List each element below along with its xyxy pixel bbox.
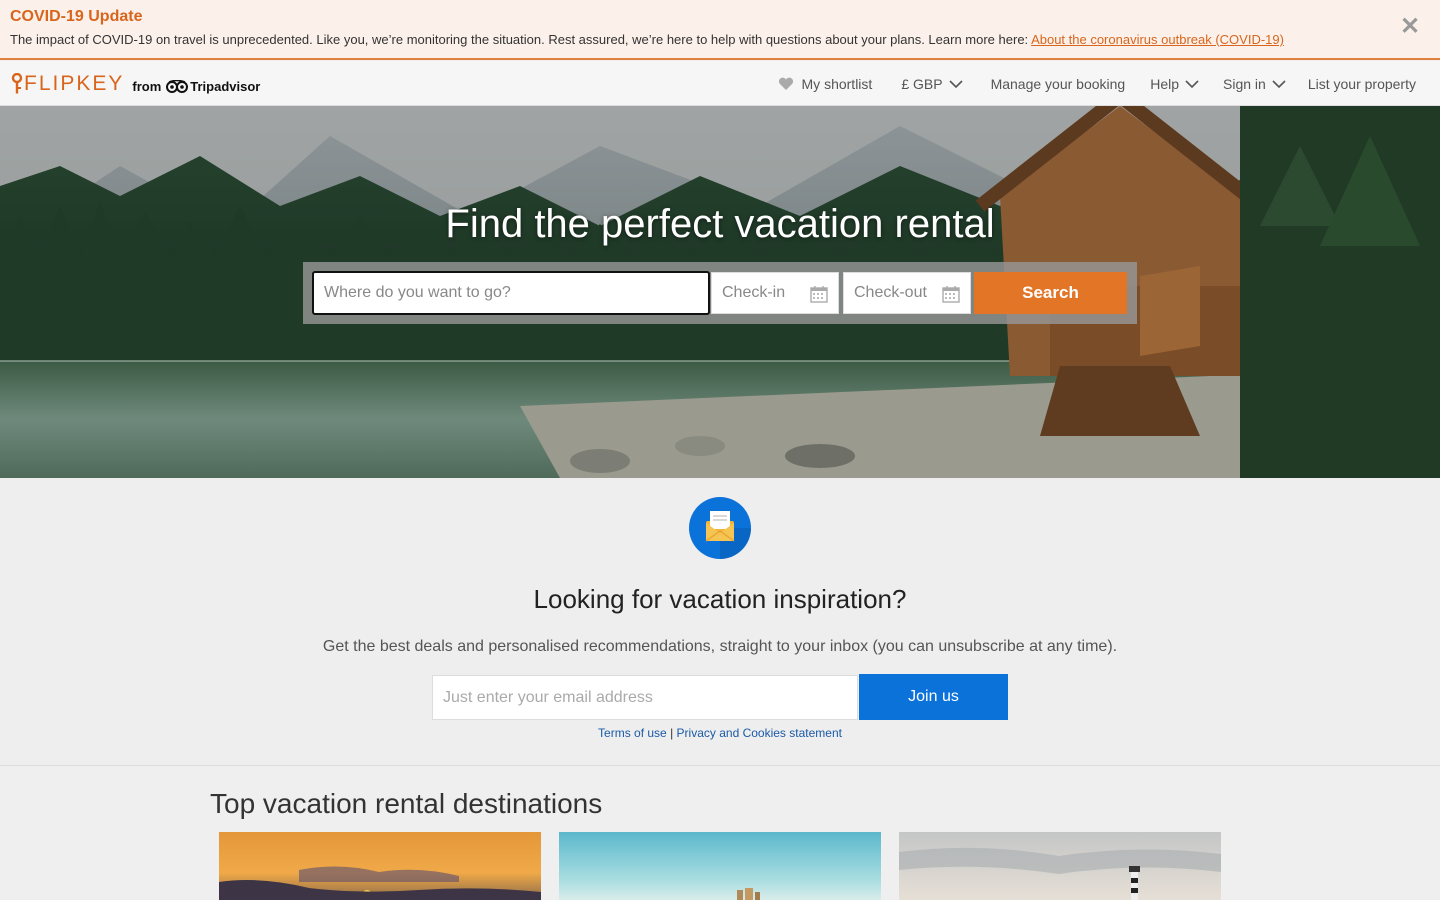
nav-help-label: Help — [1150, 75, 1180, 92]
email-input[interactable] — [432, 675, 858, 720]
destinations-title: Top vacation rental destinations — [210, 788, 603, 819]
join-button[interactable]: Join us — [859, 674, 1008, 720]
newsletter-subtitle: Get the best deals and personalised reco… — [322, 638, 1118, 655]
heart-icon — [778, 77, 793, 90]
destination-image-lighthouse — [899, 832, 1221, 900]
nav-signin-label: Sign in — [1223, 75, 1266, 92]
checkout-placeholder: Check-out — [854, 284, 927, 301]
nav-manage-booking[interactable]: Manage your booking — [991, 76, 1126, 92]
nav-sign-in[interactable]: Sign in — [1223, 76, 1286, 92]
checkin-placeholder: Check-in — [722, 284, 786, 301]
checkout-field[interactable]: Check-out — [843, 272, 971, 314]
calendar-icon — [942, 286, 960, 303]
newsletter-title: Looking for vacation inspiration? — [533, 584, 907, 614]
terms-link[interactable]: Terms of use — [598, 726, 667, 740]
close-icon[interactable]: ✕ — [1400, 15, 1420, 39]
nav-manage-label: Manage your booking — [990, 75, 1126, 92]
legal-links: Terms of use | Privacy and Cookies state… — [0, 726, 1440, 740]
destination-card[interactable] — [559, 832, 881, 900]
chevron-down-icon — [1185, 80, 1199, 89]
destination-card[interactable] — [899, 832, 1221, 900]
nav-currency-label: £ GBP — [901, 75, 943, 92]
logo[interactable]: FLIPKEY from Tripadvisor — [10, 71, 260, 97]
covid-link[interactable]: About the coronavirus outbreak (COVID-19… — [1031, 32, 1284, 47]
key-icon — [11, 73, 23, 94]
hero: Find the perfect vacation rental Check-i… — [0, 106, 1440, 478]
checkin-field[interactable]: Check-in — [711, 272, 839, 314]
calendar-icon — [810, 286, 828, 303]
legal-separator: | — [670, 726, 674, 740]
covid-title: COVID-19 Update — [10, 8, 143, 25]
nav-shortlist-label: My shortlist — [801, 75, 873, 92]
envelope-icon — [689, 497, 751, 559]
nav-shortlist[interactable]: My shortlist — [778, 75, 873, 92]
tripadvisor-owl-icon — [166, 80, 189, 93]
newsletter-section: Looking for vacation inspiration? Get th… — [0, 478, 1440, 766]
logo-text: FLIPKEY — [24, 72, 125, 95]
top-nav: My shortlist £ GBP Manage your booking H… — [778, 61, 1416, 106]
logo-brand: Tripadvisor — [190, 79, 261, 94]
hero-title: Find the perfect vacation rental — [445, 202, 995, 246]
destination-image-sunset — [219, 832, 541, 900]
nav-list-label: List your property — [1307, 75, 1416, 92]
covid-banner: COVID-19 Update The impact of COVID-19 o… — [0, 0, 1440, 60]
nav-list-property[interactable]: List your property — [1308, 76, 1416, 92]
logo-from: from Tripadvisor — [132, 79, 260, 94]
chevron-down-icon — [948, 80, 963, 89]
destination-input[interactable] — [312, 271, 710, 315]
nav-help[interactable]: Help — [1150, 76, 1199, 92]
search-button[interactable]: Search — [974, 272, 1127, 314]
destination-card[interactable] — [219, 832, 541, 900]
covid-text: The impact of COVID-19 on travel is unpr… — [10, 32, 1284, 47]
nav-currency[interactable]: £ GBP — [901, 75, 963, 92]
site-header: FLIPKEY from Tripadvisor My shortlist £ … — [0, 61, 1440, 106]
privacy-link[interactable]: Privacy and Cookies statement — [677, 726, 842, 740]
destination-image-coast — [559, 832, 881, 900]
logo-from-label: from — [132, 79, 162, 94]
chevron-down-icon — [1272, 80, 1286, 89]
covid-message: The impact of COVID-19 on travel is unpr… — [10, 32, 1032, 47]
search-bar: Check-in Check-out Search — [303, 262, 1137, 324]
